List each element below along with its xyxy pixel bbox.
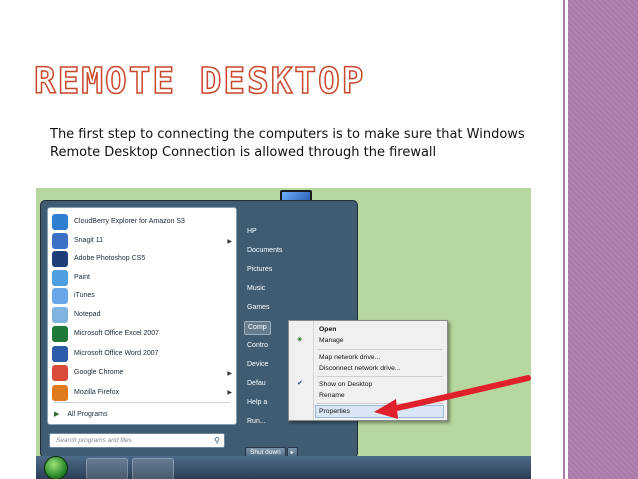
programs-pane: ▶ All Programs CloudBerry Explorer for A… <box>47 207 237 425</box>
right-item-documents[interactable]: Documents <box>247 245 282 257</box>
program-label: iTunes <box>74 291 95 299</box>
program-label: Microsoft Office Word 2007 <box>74 349 159 357</box>
right-item-help[interactable]: Help a <box>247 397 267 409</box>
submenu-arrow-icon: ▶ <box>227 238 232 245</box>
firefox-icon <box>52 384 68 401</box>
program-label: Microsoft Office Excel 2007 <box>74 330 160 338</box>
right-item-games[interactable]: Games <box>247 302 270 314</box>
search-programs-input[interactable]: Search programs and files ⚲ <box>49 433 225 448</box>
program-label: Mozilla Firefox <box>74 388 120 396</box>
excel-icon <box>52 326 68 343</box>
cloud-icon <box>52 213 68 230</box>
context-item-rename[interactable]: Rename <box>319 390 345 401</box>
search-icon: ⚲ <box>214 436 220 445</box>
program-item[interactable]: Adobe Photoshop CS5 <box>52 249 232 269</box>
all-programs-item[interactable]: ▶ All Programs <box>54 406 107 422</box>
all-programs-label: All Programs <box>67 410 108 418</box>
context-separator <box>317 403 443 404</box>
program-label: Snagit 11 <box>74 237 104 245</box>
triangle-right-icon: ▶ <box>54 411 60 418</box>
right-item-computer[interactable]: Comp <box>244 321 271 335</box>
right-item-run[interactable]: Run... <box>247 416 266 428</box>
decorative-sidebar <box>568 0 638 479</box>
chrome-icon <box>52 365 68 382</box>
program-label: Paint <box>74 274 90 282</box>
word-icon <box>52 345 68 362</box>
checkmark-icon: ✔ <box>297 380 303 387</box>
program-item[interactable]: Google Chrome ▶ <box>52 363 232 383</box>
context-menu-icon-column <box>313 321 314 420</box>
submenu-arrow-icon: ▶ <box>227 370 232 377</box>
search-placeholder: Search programs and files <box>56 437 132 444</box>
program-item[interactable]: Mozilla Firefox ▶ <box>52 383 232 403</box>
sidebar-divider <box>563 0 565 479</box>
itunes-icon <box>52 287 68 304</box>
program-label: Google Chrome <box>74 369 124 377</box>
right-item-hp[interactable]: HP <box>247 226 257 238</box>
program-label: Notepad <box>74 311 101 318</box>
context-item-open[interactable]: Open <box>319 324 336 335</box>
taskbar-chrome-button[interactable] <box>86 458 128 479</box>
program-item[interactable]: CloudBerry Explorer for Amazon S3 <box>52 212 232 232</box>
program-label: CloudBerry Explorer for Amazon S3 <box>74 217 185 225</box>
right-item-pictures[interactable]: Pictures <box>247 264 272 276</box>
context-separator <box>317 349 443 350</box>
program-item[interactable]: Microsoft Office Excel 2007 <box>52 324 232 344</box>
start-menu-screenshot: ▶ All Programs CloudBerry Explorer for A… <box>36 188 531 479</box>
notepad-icon <box>52 307 68 323</box>
shield-icon: ◈ <box>297 336 303 343</box>
photoshop-icon <box>52 250 68 267</box>
snagit-icon <box>52 233 68 250</box>
program-item[interactable]: Notepad <box>52 305 232 325</box>
context-separator <box>317 376 443 377</box>
paint-icon <box>52 270 68 287</box>
taskbar <box>36 456 531 479</box>
program-item[interactable]: Microsoft Office Word 2007 <box>52 344 232 364</box>
program-item[interactable]: iTunes <box>52 286 232 306</box>
program-label: Adobe Photoshop CS5 <box>74 254 146 262</box>
context-item-properties[interactable]: Properties <box>315 405 444 418</box>
right-item-control-panel[interactable]: Contro <box>247 340 268 352</box>
context-item-manage[interactable]: Manage <box>319 335 344 346</box>
slide-title: Remote Desktop <box>33 60 366 103</box>
context-item-disconnect-network-drive[interactable]: Disconnect network drive... <box>319 363 401 374</box>
context-item-map-network-drive[interactable]: Map network drive... <box>319 352 380 363</box>
start-orb-icon[interactable] <box>44 456 68 479</box>
right-item-devices[interactable]: Device <box>247 359 268 371</box>
right-item-default-programs[interactable]: Defau <box>247 378 266 390</box>
submenu-arrow-icon: ▶ <box>227 390 232 397</box>
slide-body-text: The first step to connecting the compute… <box>50 127 525 160</box>
context-item-show-on-desktop[interactable]: Show on Desktop <box>319 379 372 390</box>
context-menu: Open ◈ Manage Map network drive... Disco… <box>288 320 448 421</box>
taskbar-explorer-button[interactable] <box>132 458 174 479</box>
right-item-music[interactable]: Music <box>247 283 265 295</box>
